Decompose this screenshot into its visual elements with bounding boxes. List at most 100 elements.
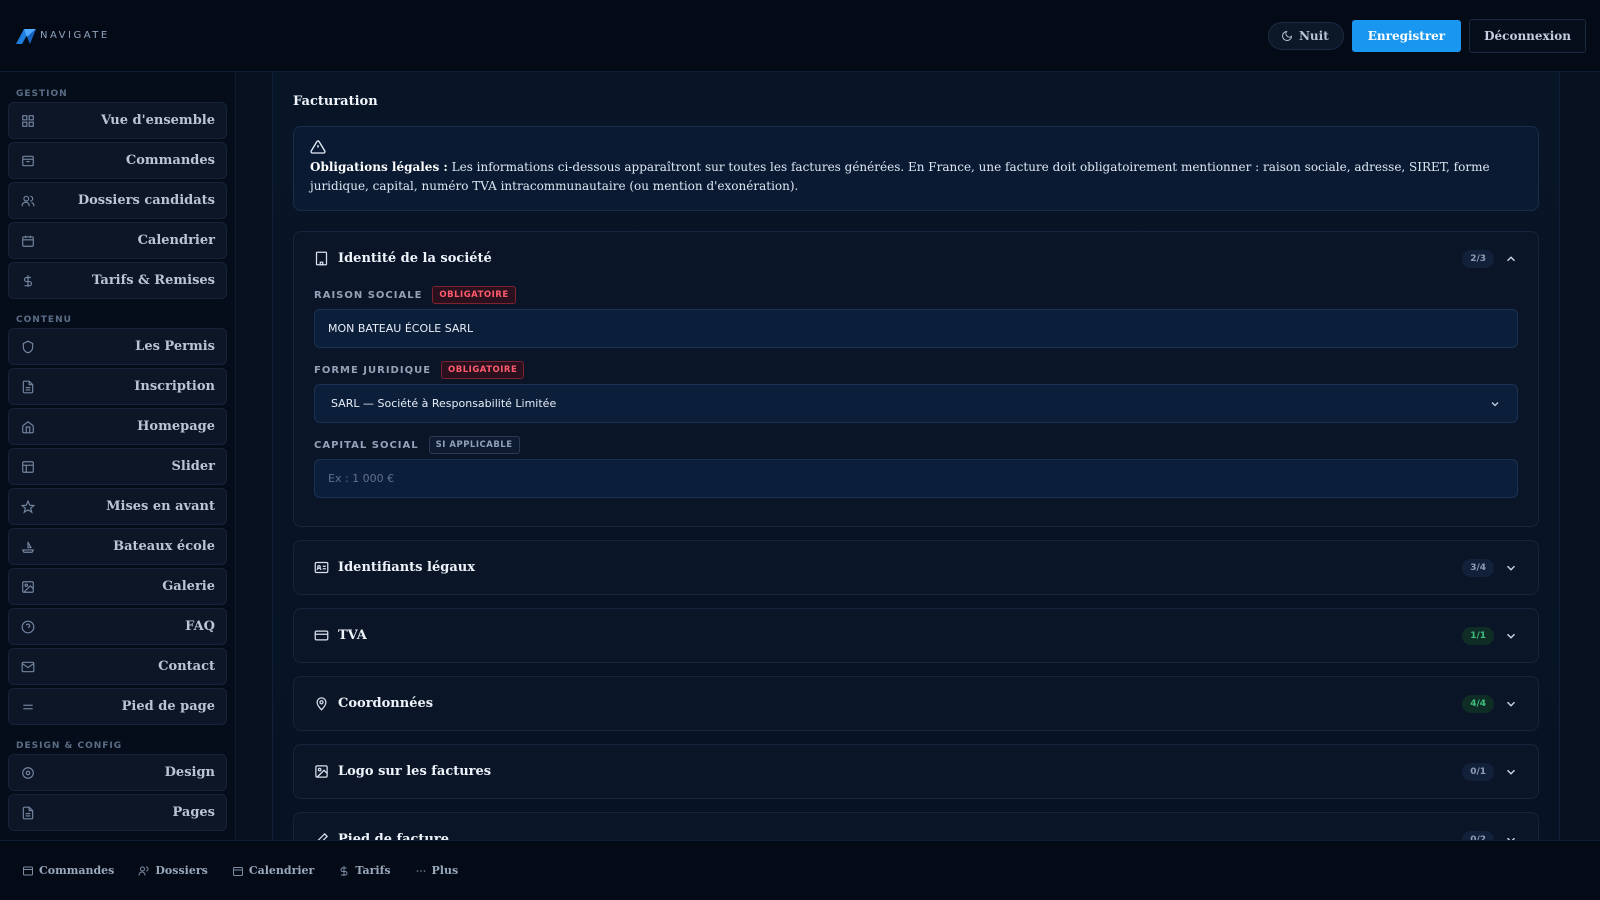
sidebar-item-slider[interactable]: Slider [8,448,227,485]
calendar-icon [232,866,243,876]
raison-sociale-label-row: RAISON SOCIALE OBLIGATOIRE [314,285,1518,305]
bottom-nav-label: Calendrier [248,864,315,877]
mail-icon [21,661,35,672]
alert-text: Obligations légales : Les informations c… [310,158,1522,196]
file-icon [22,380,34,393]
sidebar-item-label: Tarifs & Remises [91,273,215,288]
dollar-icon [340,865,348,876]
sidebar-item-pages[interactable]: Pages [8,794,227,831]
legal-ids-card-header[interactable]: Identifiants légaux 3/4 [294,541,1538,594]
sidebar-item-gallery[interactable]: Galerie [8,568,227,605]
progress-badge: 2/3 [1462,249,1494,268]
field-label: RAISON SOCIALE [314,289,423,301]
capital-social-input[interactable] [314,459,1518,498]
id-card-icon [314,561,329,574]
forme-juridique-select[interactable]: SARL — Société à Responsabilité Limitée [314,384,1518,423]
sidebar-item-label: FAQ [185,619,215,634]
sidebar-item-label: Vue d'ensemble [101,113,215,128]
bottom-nav-more[interactable]: Plus [415,864,459,877]
star-icon [21,499,35,514]
sidebar-item-highlights[interactable]: Mises en avant [8,488,227,525]
sidebar-item-permits[interactable]: Les Permis [8,328,227,365]
invoice-logo-card: Logo sur les factures 0/1 [293,744,1539,799]
box-icon [23,866,33,875]
required-tag: OBLIGATOIRE [441,361,525,379]
field-label: CAPITAL SOCIAL [314,439,419,451]
save-button[interactable]: Enregistrer [1351,19,1462,52]
sidebar-item-calendar[interactable]: Calendrier [8,222,227,259]
chevron-down-icon[interactable] [1504,561,1518,575]
sidebar-item-registration[interactable]: Inscription [8,368,227,405]
sidebar-section-title: GESTION [16,89,68,99]
sidebar-item-label: Bateaux école [113,539,215,554]
logout-button[interactable]: Déconnexion [1469,18,1586,53]
invoice-footer-card-header[interactable]: Pied de facture 0/2 [294,813,1538,840]
users-icon [138,866,149,875]
sidebar-item-label: Dossiers candidats [77,193,215,208]
bottom-nav-label: Tarifs [355,864,391,877]
sidebar-item-label: Galerie [162,579,215,594]
chevron-down-icon[interactable] [1504,629,1518,643]
sidebar-section-title: DESIGN & CONFIG [16,741,123,751]
identity-card-body: RAISON SOCIALE OBLIGATOIRE FORME JURIDIQ… [294,285,1538,526]
sidebar-item-faq[interactable]: FAQ [8,608,227,645]
bottom-nav-label: Plus [431,864,459,877]
identity-card-header[interactable]: Identité de la société 2/3 [294,232,1538,285]
sidebar-item-design[interactable]: Design [8,754,227,791]
optional-tag: SI APPLICABLE [428,436,520,454]
chevron-down-icon[interactable] [1504,833,1518,841]
sidebar-item-homepage[interactable]: Homepage [8,408,227,445]
raison-sociale-input[interactable] [314,309,1518,348]
invoice-logo-card-header[interactable]: Logo sur les factures 0/1 [294,745,1538,798]
pin-icon [316,697,327,711]
logo-mark-icon [16,28,36,44]
sidebar-item-boats[interactable]: Bateaux école [8,528,227,565]
sidebar-item-candidates[interactable]: Dossiers candidats [8,182,227,219]
section-title: Identifiants légaux [338,560,475,575]
sidebar: GESTION Vue d'ensemble Commandes Dossier… [0,72,236,840]
bottom-nav-orders[interactable]: Commandes [22,864,114,877]
chevron-up-icon[interactable] [1504,252,1518,266]
chevron-down-icon[interactable] [1504,697,1518,711]
menu-icon [23,704,33,709]
pencil-icon [317,832,329,840]
progress-badge: 3/4 [1462,558,1494,577]
bottom-nav-dossiers[interactable]: Dossiers [138,864,208,877]
box-icon [22,155,34,166]
progress-badge: 0/1 [1462,762,1494,781]
bottom-nav-pricing[interactable]: Tarifs [338,864,391,877]
target-icon [22,766,34,779]
shield-icon [22,340,34,353]
home-icon [22,420,34,433]
section-title: Pied de facture [338,832,449,840]
image-icon [315,765,328,778]
brand-logo[interactable]: NAVIGATE [16,28,110,44]
field-label: FORME JURIDIQUE [314,364,432,376]
sidebar-item-contact[interactable]: Contact [8,648,227,685]
boat-icon [21,541,35,553]
alert-body: Les informations ci-dessous apparaîtront… [310,160,1490,193]
night-mode-toggle[interactable]: Nuit [1267,21,1344,50]
legal-ids-card: Identifiants légaux 3/4 [293,540,1539,595]
required-tag: OBLIGATOIRE [432,286,516,304]
bottom-nav-calendar[interactable]: Calendrier [232,864,315,877]
chevron-down-icon[interactable] [1504,765,1518,779]
dollar-icon [23,274,33,287]
top-bar: NAVIGATE Nuit Enregistrer Déconnexion [0,0,1600,72]
top-actions: Nuit Enregistrer Déconnexion [1267,18,1586,53]
contact-details-card-header[interactable]: Coordonnées 4/4 [294,677,1538,730]
file-icon [22,806,34,819]
bottom-nav: Commandes Dossiers Calendrier Tarifs Plu… [0,840,1600,900]
sidebar-item-pricing[interactable]: Tarifs & Remises [8,262,227,299]
tva-card-header[interactable]: TVA 1/1 [294,609,1538,662]
building-icon [315,251,328,266]
sidebar-section-title: CONTENU [16,315,72,325]
night-mode-label: Nuit [1298,28,1329,43]
invoice-footer-card: Pied de facture 0/2 [293,812,1539,840]
card-icon [314,630,329,641]
sidebar-item-footer[interactable]: Pied de page [8,688,227,725]
sidebar-item-orders[interactable]: Commandes [8,142,227,179]
legal-alert: Obligations légales : Les informations c… [293,126,1539,211]
image-icon [22,580,34,593]
sidebar-item-overview[interactable]: Vue d'ensemble [8,102,227,139]
